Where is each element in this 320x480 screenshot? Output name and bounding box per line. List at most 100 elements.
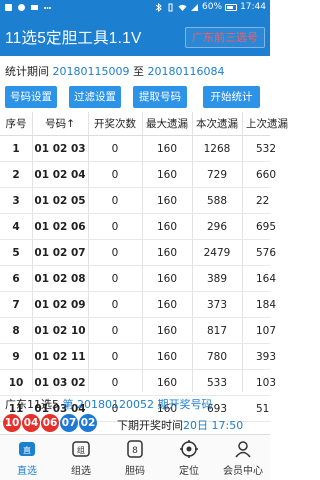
cell-max-miss: 160 — [156, 194, 178, 207]
table-header: 序号 号码↑ 开奖次数 最大遗漏 本次遗漏 上次遗漏 — [0, 112, 288, 136]
tab-group-select[interactable]: 组 组选 — [54, 435, 108, 480]
cell-index: 2 — [12, 168, 20, 181]
cell-current-miss: 2479 — [203, 246, 231, 259]
period-label: 统计期间 — [5, 65, 49, 78]
next-draw-date: 20日 — [183, 419, 208, 432]
region-select-button[interactable]: 广东前三选号 — [185, 27, 265, 48]
cell-index: 6 — [12, 272, 20, 285]
cell-last-miss: 576 — [256, 246, 277, 259]
bottom-tab-bar: 直 直选 组 组选 8 胆码 定位 会员中心 — [0, 434, 270, 480]
cell-last-miss: 532 — [256, 142, 277, 155]
svg-text:8: 8 — [132, 446, 138, 456]
cell-index: 1 — [12, 142, 20, 155]
table-row[interactable]: 10 01 03 02 0 160 533 103 — [0, 370, 276, 396]
battery-icon — [225, 3, 238, 11]
table-row[interactable]: 6 01 02 08 0 160 389 164 — [0, 266, 276, 292]
status-bar: 60% 17:44 — [0, 0, 270, 17]
draw-ball: 02 — [79, 414, 97, 432]
header-index[interactable]: 序号 — [0, 112, 32, 135]
signal-icon — [191, 3, 199, 11]
cell-index: 5 — [12, 246, 20, 259]
draw-ball: 10 — [3, 414, 21, 432]
cell-max-miss: 160 — [156, 324, 178, 337]
cell-number: 01 02 04 — [34, 168, 86, 181]
header-number[interactable]: 号码↑ — [32, 112, 88, 135]
header-draw-count[interactable]: 开奖次数 — [88, 112, 142, 135]
cell-index: 3 — [12, 194, 20, 207]
cell-number: 01 02 07 — [34, 246, 86, 259]
cell-index: 8 — [12, 324, 20, 337]
cell-current-miss: 389 — [206, 272, 228, 285]
period-end[interactable]: 20180116084 — [147, 65, 224, 78]
tab-label: 会员中心 — [223, 466, 263, 477]
cell-number: 01 03 02 — [34, 376, 86, 389]
cell-last-miss: 164 — [256, 272, 277, 285]
action-buttons: 号码设置 过滤设置 提取号码 开始统计 — [0, 86, 270, 108]
tab-location[interactable]: 定位 — [162, 435, 216, 480]
issue-number: 20180120052 — [77, 398, 154, 411]
table-row[interactable]: 9 01 02 11 0 160 780 393 — [0, 344, 276, 370]
number-settings-button[interactable]: 号码设置 — [5, 86, 57, 108]
cell-last-miss: 660 — [256, 168, 277, 181]
table-row[interactable]: 8 01 02 10 0 160 817 107 — [0, 318, 276, 344]
draw-ball: 07 — [60, 414, 78, 432]
header-max-miss[interactable]: 最大遗漏 — [142, 112, 192, 135]
period-to: 至 — [132, 65, 144, 78]
next-draw-label: 下期开奖时间 — [117, 419, 183, 432]
extract-numbers-button[interactable]: 提取号码 — [133, 86, 187, 108]
cell-last-miss: 695 — [256, 220, 277, 233]
cell-last-miss: 51 — [256, 402, 270, 415]
more-notifications-icon — [44, 7, 51, 9]
cell-last-miss: 393 — [256, 350, 277, 363]
issue-suffix: 期开奖号码 — [157, 398, 213, 411]
table-row[interactable]: 7 01 02 09 0 160 373 184 — [0, 292, 276, 318]
cell-number: 01 02 03 — [34, 142, 86, 155]
cell-max-miss: 160 — [156, 376, 178, 389]
cell-max-miss: 160 — [156, 168, 178, 181]
svg-text:组: 组 — [77, 445, 85, 455]
tab-banker-number[interactable]: 8 胆码 — [108, 435, 162, 480]
banker-number-icon: 8 — [127, 440, 143, 458]
cell-number: 01 02 08 — [34, 272, 86, 285]
cell-current-miss: 817 — [206, 324, 228, 337]
cell-number: 01 02 05 — [34, 194, 86, 207]
vibrate-icon — [168, 3, 173, 11]
draw-ball: 06 — [41, 414, 59, 432]
wifi-icon — [178, 4, 187, 11]
cell-max-miss: 160 — [156, 220, 178, 233]
clock: 17:44 — [240, 2, 266, 12]
header-current-miss[interactable]: 本次遗漏 — [192, 112, 242, 135]
table-row[interactable]: 3 01 02 05 0 160 588 22 — [0, 188, 270, 214]
cell-current-miss: 588 — [206, 194, 228, 207]
cell-draw-count: 0 — [111, 194, 119, 207]
draw-balls: 10 04 06 07 02 — [3, 414, 97, 432]
table-row[interactable]: 2 01 02 04 0 160 729 660 — [0, 162, 276, 188]
cell-current-miss: 373 — [206, 298, 228, 311]
table-row[interactable]: 5 01 02 07 0 160 2479 576 — [0, 240, 276, 266]
cell-current-miss: 729 — [206, 168, 228, 181]
next-draw-time: 17:50 — [211, 419, 244, 432]
tab-direct-select[interactable]: 直 直选 — [0, 435, 54, 480]
cell-number: 01 02 06 — [34, 220, 86, 233]
table-row[interactable]: 1 01 02 03 0 160 1268 532 — [0, 136, 276, 162]
issue-prefix: 第 — [62, 398, 74, 411]
group-select-icon: 组 — [72, 441, 90, 457]
cell-max-miss: 160 — [156, 142, 178, 155]
tab-label: 直选 — [17, 466, 37, 477]
cell-last-miss: 184 — [256, 298, 277, 311]
member-icon — [235, 441, 251, 458]
cell-number: 01 02 10 — [34, 324, 86, 337]
cell-draw-count: 0 — [111, 220, 119, 233]
cell-last-miss: 22 — [256, 194, 270, 207]
header-last-miss[interactable]: 上次遗漏 — [242, 112, 292, 135]
table-row[interactable]: 4 01 02 06 0 160 296 695 — [0, 214, 276, 240]
tab-member-center[interactable]: 会员中心 — [216, 435, 270, 480]
start-statistics-button[interactable]: 开始统计 — [203, 86, 260, 108]
statistics-period: 统计期间 20180115009 至 20180116084 — [5, 63, 224, 79]
filter-settings-button[interactable]: 过滤设置 — [69, 86, 121, 108]
app-title: 11选5定胆工具1.1V — [5, 30, 142, 47]
period-start[interactable]: 20180115009 — [53, 65, 130, 78]
cell-max-miss: 160 — [156, 350, 178, 363]
notification-icon — [5, 4, 12, 11]
cell-number: 01 02 11 — [34, 350, 86, 363]
